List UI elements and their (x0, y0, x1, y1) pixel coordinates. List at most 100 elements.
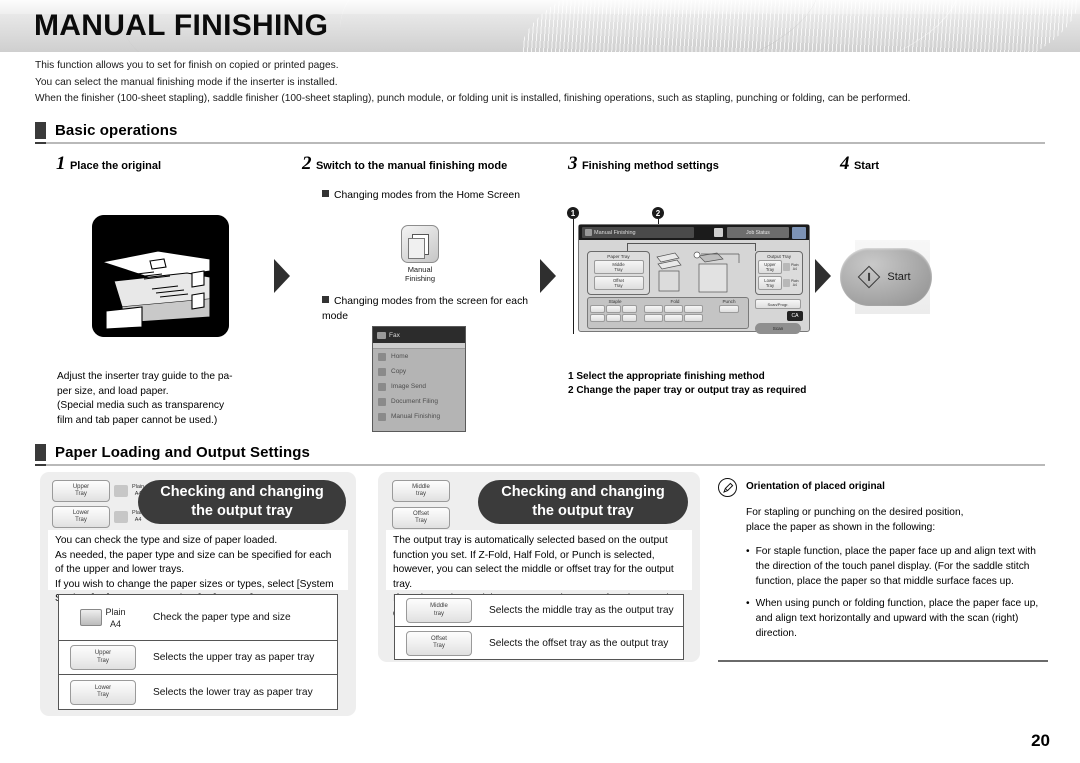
screen-output-tray-button-upper[interactable]: Upper Tray (758, 259, 782, 274)
table-row-key: Lower Tray (59, 679, 147, 705)
home-icon (378, 352, 386, 361)
intro-line-2: You can select the manual finishing mode… (35, 76, 338, 88)
bullet-dot-2: • (746, 598, 750, 609)
fold-btn-1[interactable] (644, 305, 663, 313)
step-3-heading: 3 Finishing method settings (568, 153, 828, 175)
screen-output-tray-button-lower[interactable]: Lower Tray (758, 275, 782, 290)
fold-btn-4[interactable] (644, 314, 663, 322)
mode-menu-item-document-filing[interactable]: Document Filing (373, 394, 465, 409)
section-bar-icon-2 (35, 444, 46, 462)
callout-marker-2: 2 (652, 207, 664, 219)
screen-connector-right (755, 243, 756, 251)
panel-key-upper-tray-l2: Tray (75, 491, 87, 497)
panel-media-lower-size: A4 (134, 517, 142, 523)
mode-menu-item-home[interactable]: Home (373, 349, 465, 364)
screen-media-lower: Plain A4 (791, 279, 799, 287)
staple-btn-4[interactable] (590, 314, 605, 322)
table-row-description: Check the paper type and size (153, 612, 291, 623)
section-rule-cap (35, 142, 46, 144)
screen-media-lower-type: Plain (791, 278, 799, 283)
start-button[interactable]: Start (840, 248, 932, 306)
output-tray-pill-line-1: Checking and changing (501, 484, 665, 500)
paper-tray-group: Paper Tray Middle Tray Offset Tray (587, 251, 650, 295)
panel-key-upper-tray[interactable]: Upper Tray (52, 480, 110, 502)
mode-menu-item-image-send[interactable]: Image Send (373, 379, 465, 394)
screen-paper-tray-button-offset[interactable]: Offset Tray (593, 275, 644, 290)
punch-section-label: Punch (722, 299, 736, 304)
table-key-middle-tray[interactable]: Middle tray (406, 598, 472, 623)
tray-media-icon-lower (114, 511, 128, 523)
manual-finishing-home-icon-group[interactable]: Manual Finishing (392, 225, 448, 283)
panel-key-middle-tray[interactable]: Middle tray (392, 480, 450, 502)
table-key-lower-tray[interactable]: Lower Tray (70, 679, 136, 705)
orientation-note-intro-line-1: For stapling or punching on the desired … (746, 507, 964, 518)
panel-key-lower-tray[interactable]: Lower Tray (52, 506, 110, 528)
step-3-label: Finishing method settings (581, 160, 719, 172)
staple-btn-3[interactable] (622, 305, 637, 313)
staple-btn-6[interactable] (622, 314, 637, 322)
screen-paper-tray-middle-l2: Tray (614, 266, 623, 272)
job-status-button[interactable]: Job Status (727, 227, 789, 238)
section-bar-icon (35, 122, 46, 140)
section-heading-basic-label: Basic operations (55, 122, 178, 140)
table-row-description: Selects the offset tray as the output tr… (489, 637, 669, 649)
table-key-offset-tray-l1: Offset (431, 635, 447, 642)
ca-button[interactable]: CA (787, 311, 803, 321)
mode-menu-item-manual-finishing[interactable]: Manual Finishing (373, 409, 465, 424)
staple-btn-5[interactable] (606, 314, 621, 322)
scan-start-button[interactable]: Scan (755, 323, 801, 334)
start-button-label: Start (887, 271, 911, 283)
step-2-heading: 2 Switch to the manual finishing mode (302, 153, 552, 175)
punch-btn-1[interactable] (719, 305, 739, 313)
step-1-caption: Adjust the inserter tray guide to the pa… (57, 370, 317, 428)
table-row-key: Plain A4 (59, 606, 147, 630)
output-tray-group-label: Output Tray (766, 253, 791, 259)
settings-icon[interactable] (792, 226, 806, 239)
orientation-note-bullet-1: For staple function, place the paper fac… (755, 546, 1036, 587)
fax-icon (377, 331, 386, 339)
step-1-caption-line-3: (Special media such as transparency (57, 400, 225, 412)
intro-line-3: When the finisher (100-sheet stapling), … (35, 93, 911, 104)
status-dropdown-icon[interactable] (714, 228, 723, 237)
fold-btn-2[interactable] (664, 305, 683, 313)
table-key-upper-tray-l2: Tray (97, 657, 109, 664)
table-key-upper-tray[interactable]: Upper Tray (70, 645, 136, 670)
table-key-offset-tray-l2: Tray (433, 643, 445, 649)
inserter-photo (92, 215, 229, 337)
manual-finishing-touch-screen[interactable]: Manual Finishing Job Status Paper Tray M… (578, 224, 810, 334)
mode-switch-menu[interactable]: Fax Home Copy Image Send Document Filing… (372, 326, 466, 432)
screen-paper-tray-button-middle[interactable]: Middle Tray (593, 259, 644, 274)
paper-loading-pill-line-2: the output tray (191, 503, 293, 519)
panel-key-middle-tray-l2: tray (415, 491, 426, 497)
mode-menu-item-copy-label: Copy (391, 368, 407, 375)
mode-menu-item-copy[interactable]: Copy (373, 364, 465, 379)
paper-stack-icon (80, 609, 103, 626)
step-arrow-1-to-2 (274, 259, 290, 293)
step-3-number: 3 (568, 153, 578, 174)
table-key-offset-tray[interactable]: Offset Tray (406, 630, 472, 656)
scan-progr-button[interactable]: Scan/Progr. (755, 299, 801, 309)
fold-btn-5[interactable] (664, 314, 683, 322)
image-send-icon (378, 382, 386, 391)
orientation-note-title: Orientation of placed original (746, 481, 885, 492)
step-1-number: 1 (56, 153, 66, 174)
staple-btn-1[interactable] (590, 305, 605, 313)
fold-btn-6[interactable] (684, 314, 703, 322)
step-4-heading: 4 Start (840, 153, 879, 175)
manual-finishing-menu-icon (378, 412, 386, 421)
pencil-icon (722, 482, 733, 493)
step-2-bullet-1-text: Changing modes from the Home Screen (334, 190, 520, 201)
fold-btn-3[interactable] (684, 305, 703, 313)
panel-key-lower-tray-l1: Lower (72, 509, 90, 516)
bullet-dot-1: • (746, 546, 750, 557)
orientation-note-intro: For stapling or punching on the desired … (718, 505, 1048, 535)
step-arrow-3-to-4 (815, 259, 831, 293)
staple-btn-2[interactable] (606, 305, 621, 313)
mode-menu-item-home-label: Home (391, 353, 409, 360)
panel-key-offset-tray[interactable]: Offset Tray (392, 507, 450, 529)
orientation-note-bullet-2: When using punch or folding function, pl… (755, 598, 1039, 639)
orientation-note-intro-line-2: place the paper as shown in the followin… (746, 522, 936, 533)
manual-finishing-icon[interactable] (401, 225, 439, 263)
mode-menu-divider (373, 343, 465, 349)
intro-text: This function allows you to set for fini… (35, 58, 1045, 108)
